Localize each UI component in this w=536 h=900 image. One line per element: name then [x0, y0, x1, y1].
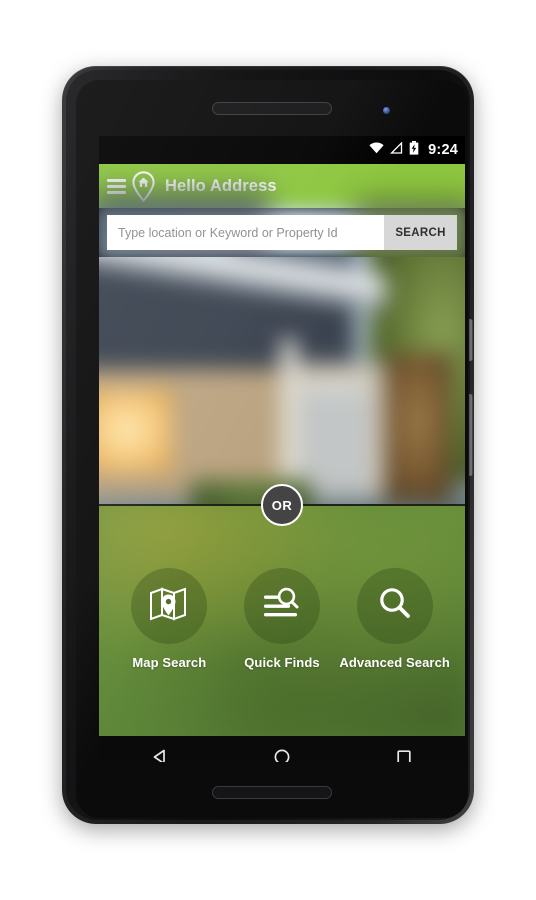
status-clock: 9:24 — [428, 142, 458, 158]
quick-finds-label: Quick Finds — [244, 655, 320, 670]
list-search-icon — [262, 587, 302, 626]
recents-button[interactable] — [377, 736, 431, 762]
hero-door — [301, 391, 369, 499]
magnifier-icon — [377, 586, 413, 627]
wifi-icon — [369, 141, 384, 159]
advanced-search-circle — [356, 568, 433, 644]
hero-house-photo — [99, 257, 465, 504]
hamburger-bar — [107, 184, 126, 188]
phone-screen-glass: 9:24 Hello Address Type location or Keyw… — [76, 80, 468, 818]
android-navigation-bar — [99, 736, 465, 762]
advanced-search-button[interactable]: Advanced Search — [339, 568, 450, 670]
or-badge: OR — [261, 484, 303, 526]
app-screen: 9:24 Hello Address Type location or Keyw… — [99, 136, 465, 762]
front-camera-icon — [383, 107, 390, 114]
battery-charging-icon — [409, 140, 419, 160]
power-button[interactable] — [469, 319, 473, 361]
phone-inner-frame: 9:24 Hello Address Type location or Keyw… — [66, 70, 473, 820]
search-options-row: Map Search Quick Finds Advanced Search — [99, 506, 465, 736]
home-button[interactable] — [255, 736, 309, 762]
back-button[interactable] — [133, 736, 187, 762]
bottom-speaker-grille — [213, 787, 331, 798]
advanced-search-label: Advanced Search — [339, 655, 450, 670]
signal-icon — [390, 141, 403, 159]
earpiece-speaker-grille — [213, 103, 331, 114]
search-options-panel: Map Search Quick Finds Advanced Search — [99, 506, 465, 736]
map-search-circle — [131, 568, 208, 644]
quick-finds-circle — [243, 568, 320, 644]
map-search-label: Map Search — [132, 655, 207, 670]
map-search-button[interactable]: Map Search — [114, 568, 224, 670]
circle-home-icon — [273, 748, 291, 762]
triangle-back-icon — [151, 748, 169, 762]
square-recents-icon — [395, 748, 413, 762]
quick-finds-button[interactable]: Quick Finds — [227, 568, 337, 670]
section-divider: OR — [99, 484, 465, 526]
status-icon-group: 9:24 — [369, 140, 458, 160]
volume-button[interactable] — [469, 394, 473, 476]
hero-pillar — [281, 339, 297, 499]
phone-device-frame: 9:24 Hello Address Type location or Keyw… — [62, 66, 474, 824]
search-input[interactable] — [107, 215, 384, 250]
hero-blur-layer — [99, 257, 465, 504]
hero-lit-window — [99, 389, 173, 473]
search-bar: SEARCH — [99, 190, 465, 278]
search-button[interactable]: SEARCH — [384, 215, 457, 250]
hamburger-bar — [107, 178, 126, 182]
hero-shrub — [385, 353, 451, 503]
status-bar: 9:24 — [99, 136, 465, 164]
map-pin-icon — [149, 586, 189, 627]
